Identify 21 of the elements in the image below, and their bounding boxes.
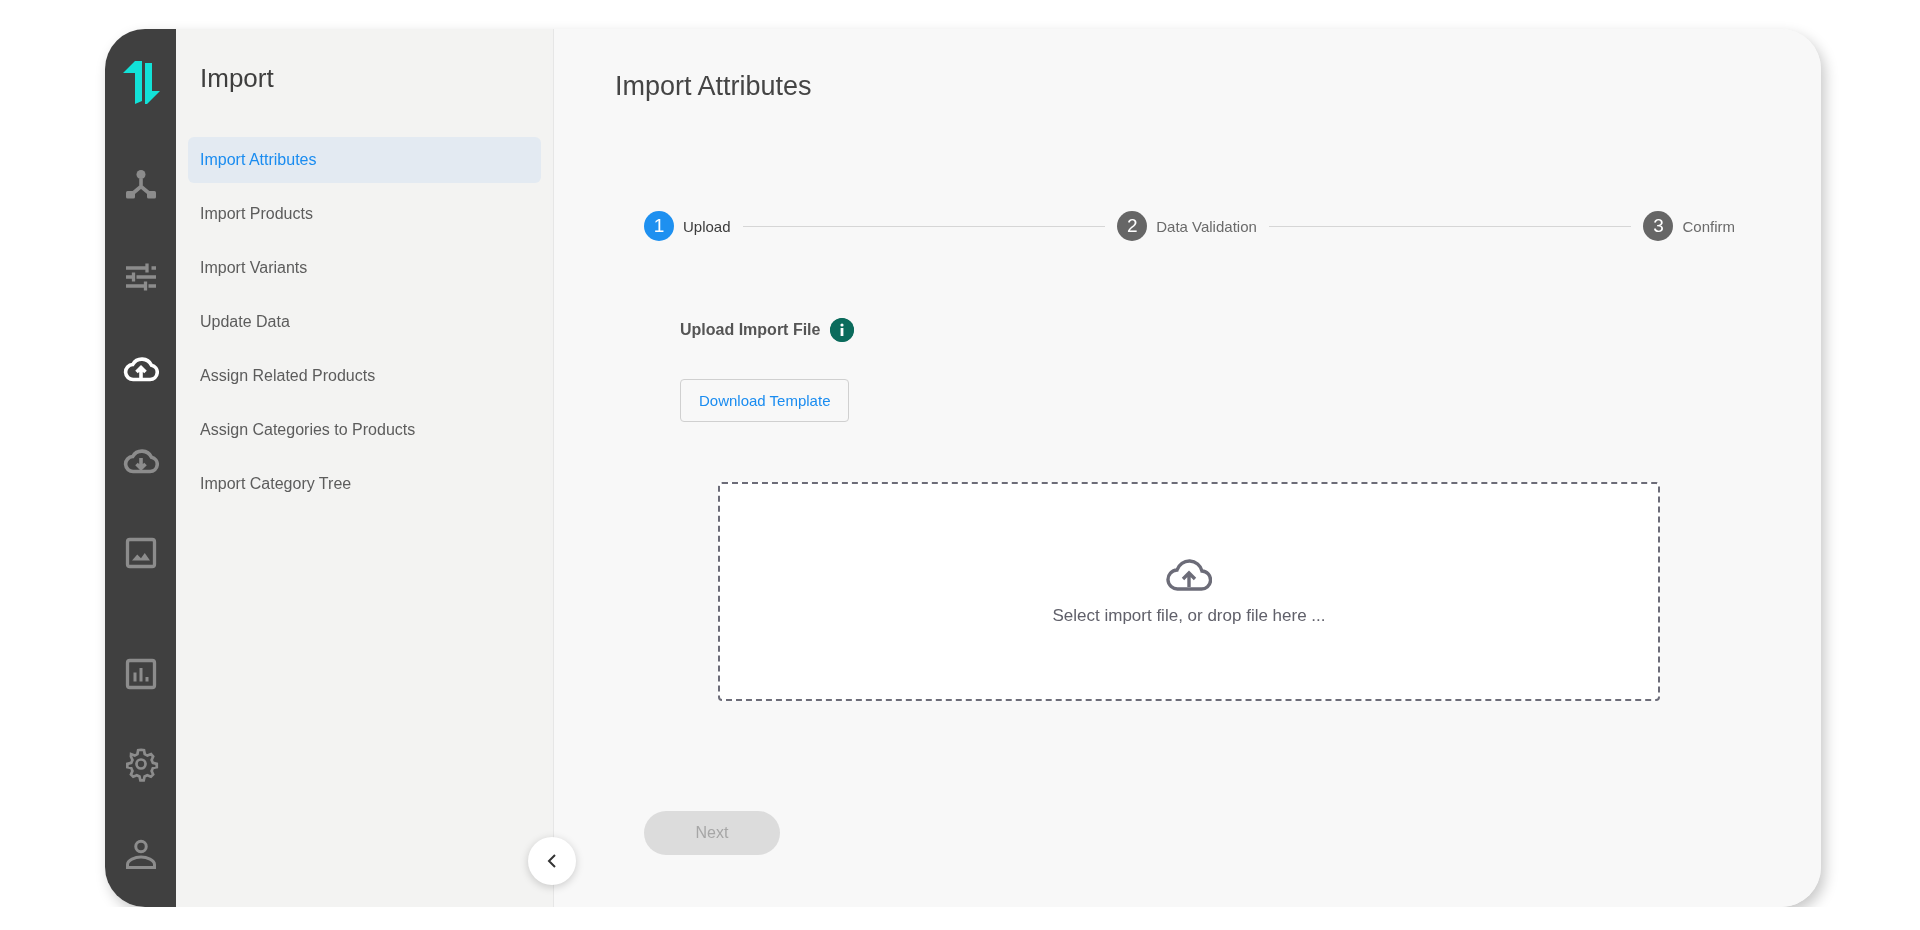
- menu-item[interactable]: Import Category Tree: [188, 461, 541, 507]
- menu-title: Import: [199, 62, 275, 95]
- step-number: 3: [1643, 211, 1674, 241]
- step-label: Confirm: [1682, 217, 1735, 235]
- file-drop-zone[interactable]: Select import file, or drop file here ...: [718, 482, 1660, 701]
- step-number: 1: [644, 211, 674, 241]
- cloud-upload-icon: [1166, 557, 1212, 592]
- step-label: Data Validation: [1156, 217, 1257, 235]
- drop-zone-text: Select import file, or drop file here ...: [1052, 605, 1326, 626]
- download-template-button[interactable]: Download Template: [680, 379, 850, 422]
- menu-item[interactable]: Import Variants: [188, 245, 541, 291]
- menu-item[interactable]: Update Data: [188, 299, 541, 345]
- step-number: 2: [1117, 211, 1148, 241]
- step-label: Upload: [683, 217, 731, 235]
- chevron-left-icon: [546, 853, 558, 869]
- section-label: Upload Import File: [680, 321, 821, 339]
- info-icon[interactable]: [830, 318, 855, 342]
- menu-item[interactable]: Import Products: [188, 191, 541, 237]
- page-title: Import Attributes: [615, 70, 813, 103]
- menu-item[interactable]: Assign Related Products: [188, 353, 541, 399]
- menu-item[interactable]: Assign Categories to Products: [188, 407, 541, 453]
